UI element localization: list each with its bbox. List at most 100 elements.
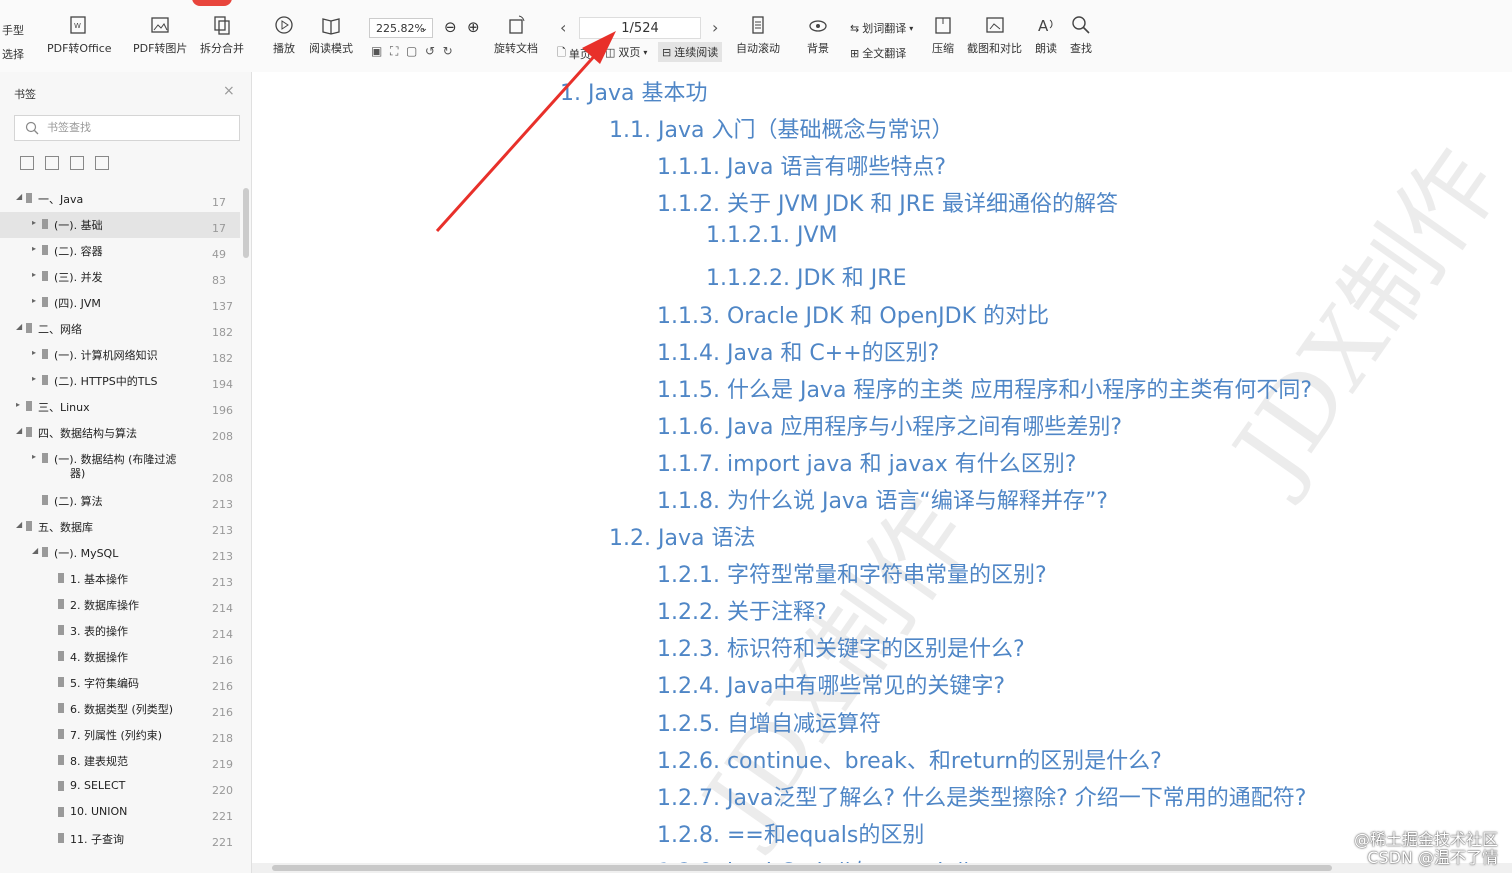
toc-entry[interactable]: 1.1.2. 关于 JVM JDK 和 JRE 最详细通俗的解答 <box>657 186 1118 218</box>
bookmark-item[interactable]: ◢ 四、数据结构与算法 208 <box>0 420 240 446</box>
pdf-to-image-button[interactable]: PDF转图片 <box>133 14 187 56</box>
toc-entry[interactable]: 1.1.2.2. JDK 和 JRE <box>706 260 906 292</box>
single-page-button[interactable]: 🗋 单页 <box>557 44 591 63</box>
next-page-icon[interactable]: › <box>712 18 718 37</box>
expand-toggle-icon[interactable]: ▸ <box>32 244 36 253</box>
sidebar-scrollbar[interactable] <box>243 188 249 258</box>
zoom-select[interactable]: 225.82% ⌄ <box>369 18 433 38</box>
expand-toggle-icon[interactable]: ◢ <box>32 546 38 555</box>
rotate-doc-button[interactable]: 旋转文档 <box>494 14 538 56</box>
expand-toggle-icon[interactable]: ◢ <box>16 426 22 435</box>
expand-all-icon[interactable] <box>20 156 34 170</box>
scrollbar-thumb[interactable] <box>272 865 1332 871</box>
bookmark-item[interactable]: ◢ 五、数据库 213 <box>0 514 240 540</box>
toc-entry[interactable]: 1.2.5. 自增自减运算符 <box>657 706 881 738</box>
toc-entry[interactable]: 1.1.7. import java 和 javax 有什么区别? <box>657 446 1076 478</box>
expand-toggle-icon[interactable]: ◢ <box>16 192 22 201</box>
bookmark-item[interactable]: ▸ (三). 并发 83 <box>0 264 240 290</box>
toc-entry[interactable]: 1.1.6. Java 应用程序与小程序之间有哪些差别? <box>657 409 1122 441</box>
auto-scroll-button[interactable]: 自动滚动 <box>736 14 780 56</box>
expand-toggle-icon[interactable]: ◢ <box>16 520 22 529</box>
bookmark-flag-icon <box>42 219 48 229</box>
bookmark-item[interactable]: 8. 建表规范 219 <box>0 748 240 774</box>
bookmark-item[interactable]: 11. 子查询 221 <box>0 826 240 852</box>
expand-toggle-icon[interactable]: ▸ <box>32 452 36 461</box>
compress-button[interactable]: 压缩 <box>932 14 954 56</box>
bookmark-flag-icon <box>42 375 48 385</box>
play-button[interactable]: 播放 <box>273 14 295 56</box>
horizontal-scrollbar[interactable] <box>252 863 1512 873</box>
continuous-read-button[interactable]: ⊟ 连续阅读 <box>658 42 723 62</box>
word-translate-button[interactable]: ⇆ 划词翻译 ▾ <box>850 20 913 36</box>
bookmark-page-number: 213 <box>212 498 233 511</box>
bookmark-page-number: 83 <box>212 274 226 287</box>
background-button[interactable]: 背景 <box>807 14 829 56</box>
bookmark-item[interactable]: ◢ 二、网络 182 <box>0 316 240 342</box>
toc-entry[interactable]: 1.2.4. Java中有哪些常见的关键字? <box>657 668 1005 700</box>
split-merge-button[interactable]: 拆分合并 <box>200 14 244 56</box>
screenshot-compare-button[interactable]: 截图和对比 <box>967 14 1022 56</box>
toc-entry[interactable]: 1.1. Java 入门（基础概念与常识） <box>609 112 953 144</box>
toc-entry[interactable]: 1.2.3. 标识符和关键字的区别是什么? <box>657 631 1025 663</box>
bookmark-item[interactable]: ▸ (二). HTTPS中的TLS 194 <box>0 368 240 394</box>
toc-entry[interactable]: 1.2.6. continue、break、和return的区别是什么? <box>657 743 1162 775</box>
toc-entry[interactable]: 1.2.8. ==和equals的区别 <box>657 817 924 849</box>
toc-entry[interactable]: 1. Java 基本功 <box>560 75 707 107</box>
fit-page-icons[interactable]: ▣ ⛶ ▢ ↺ ↻ <box>371 44 453 59</box>
toc-entry[interactable]: 1.2.1. 字符型常量和字符串常量的区别? <box>657 557 1047 589</box>
expand-toggle-icon[interactable]: ▸ <box>32 348 36 357</box>
toc-entry[interactable]: 1.2. Java 语法 <box>609 520 755 552</box>
add-bookmark-icon[interactable] <box>70 156 84 170</box>
bookmark-item[interactable]: ◢ (一). MySQL 213 <box>0 540 240 566</box>
bookmark-item[interactable]: ▸ (一). 计算机网络知识 182 <box>0 342 240 368</box>
toc-entry[interactable]: 1.1.1. Java 语言有哪些特点? <box>657 149 946 181</box>
expand-toggle-icon[interactable]: ◢ <box>16 322 22 331</box>
bookmark-item[interactable]: ▸ (二). 容器 49 <box>0 238 240 264</box>
bookmark-item[interactable]: 5. 字符集编码 216 <box>0 670 240 696</box>
bookmark-item[interactable]: (二). 算法 213 <box>0 488 240 514</box>
toc-entry[interactable]: 1.2.2. 关于注释? <box>657 594 827 626</box>
toc-entry[interactable]: 1.1.2.1. JVM <box>706 223 837 248</box>
expand-toggle-icon[interactable]: ▸ <box>32 218 36 227</box>
expand-toggle-icon[interactable]: ▸ <box>32 270 36 279</box>
bookmark-item[interactable]: ▸ (四). JVM 137 <box>0 290 240 316</box>
bookmark-item[interactable]: 2. 数据库操作 214 <box>0 592 240 618</box>
bookmark-item[interactable]: 1. 基本操作 213 <box>0 566 240 592</box>
bookmark-item[interactable]: 7. 列属性 (列约束) 218 <box>0 722 240 748</box>
bookmark-item[interactable]: 6. 数据类型 (列类型) 216 <box>0 696 240 722</box>
expand-toggle-icon[interactable]: ▸ <box>32 374 36 383</box>
bookmark-search-input[interactable]: 书签查找 <box>14 115 240 141</box>
zoom-out-icon[interactable]: ⊖ <box>444 18 457 36</box>
close-icon[interactable]: × <box>223 83 235 99</box>
toc-entry[interactable]: 1.1.3. Oracle JDK 和 OpenJDK 的对比 <box>657 298 1049 330</box>
toc-entry[interactable]: 1.1.8. 为什么说 Java 语言“编译与解释并存”? <box>657 483 1108 515</box>
pdf-to-office-button[interactable]: W PDF转Office <box>47 14 112 56</box>
zoom-in-icon[interactable]: ⊕ <box>467 18 480 36</box>
page-number-input[interactable]: 1/524 <box>579 17 701 39</box>
delete-bookmark-icon[interactable] <box>95 156 109 170</box>
full-translate-button[interactable]: ⊞ 全文翻译 <box>850 45 906 61</box>
toc-entry[interactable]: 1.1.5. 什么是 Java 程序的主类 应用程序和小程序的主类有何不同? <box>657 372 1312 404</box>
prev-page-icon[interactable]: ‹ <box>560 18 566 37</box>
toc-entry[interactable]: 1.2.7. Java泛型了解么? 什么是类型擦除? 介绍一下常用的通配符? <box>657 780 1306 812</box>
select-tool-button[interactable]: 选择 <box>2 46 24 62</box>
active-menu-tab[interactable] <box>192 0 232 6</box>
expand-toggle-icon[interactable]: ▸ <box>32 296 36 305</box>
bookmark-item[interactable]: ▸ 三、Linux 196 <box>0 394 240 420</box>
bookmark-item[interactable]: ▸ (一). 基础 17 <box>0 212 240 238</box>
hand-tool-button[interactable]: 手型 <box>2 22 24 38</box>
collapse-all-icon[interactable] <box>45 156 59 170</box>
bookmark-item[interactable]: 4. 数据操作 216 <box>0 644 240 670</box>
bookmark-item[interactable]: ◢ 一、Java 17 <box>0 186 240 212</box>
bookmark-item[interactable]: 3. 表的操作 214 <box>0 618 240 644</box>
toc-entry[interactable]: 1.1.4. Java 和 C++的区别? <box>657 335 939 367</box>
bookmark-item[interactable]: 10. UNION 221 <box>0 800 240 826</box>
find-button[interactable]: 查找 <box>1070 14 1092 56</box>
double-page-button[interactable]: ◫ 双页 ▾ <box>605 44 647 60</box>
read-aloud-button[interactable]: A 朗读 <box>1035 14 1057 56</box>
expand-toggle-icon[interactable]: ▸ <box>16 400 20 409</box>
bookmark-label: 11. 子查询 <box>70 833 124 846</box>
bookmark-item[interactable]: ▸ (一). 数据结构 (布隆过滤 器) 208 <box>0 446 240 488</box>
read-mode-button[interactable]: 阅读模式 <box>309 14 353 56</box>
bookmark-item[interactable]: 9. SELECT 220 <box>0 774 240 800</box>
